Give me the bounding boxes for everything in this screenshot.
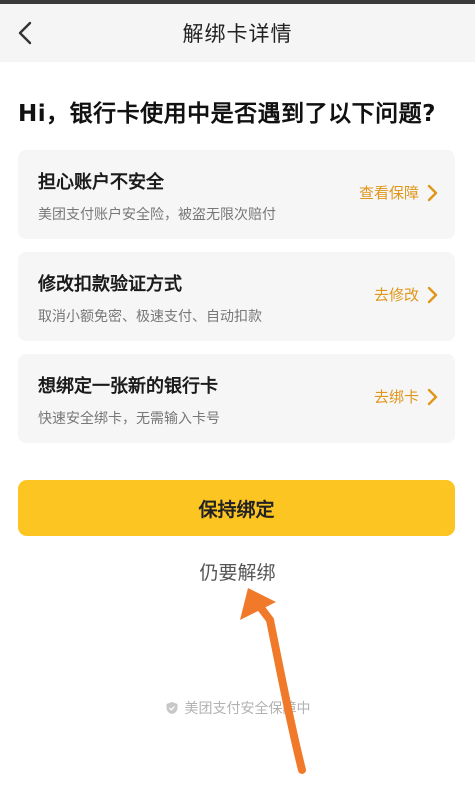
card-subtitle: 取消小额免密、极速支付、自动扣款 <box>38 309 262 325</box>
card-modify-verification[interactable]: 修改扣款验证方式 取消小额免密、极速支付、自动扣款 去修改 <box>18 252 455 341</box>
card-title: 担心账户不安全 <box>38 172 164 193</box>
page-title: 解绑卡详情 <box>182 22 293 46</box>
unbind-anyway-link[interactable]: 仍要解绑 <box>0 558 475 585</box>
bind-card-link[interactable]: 去绑卡 <box>374 386 439 407</box>
chevron-right-icon <box>427 184 438 201</box>
card-title: 想绑定一张新的银行卡 <box>38 376 218 397</box>
card-action-label: 去修改 <box>373 286 419 304</box>
card-action-label: 去绑卡 <box>373 388 419 406</box>
back-button[interactable] <box>10 17 42 49</box>
question-heading: Hi，银行卡使用中是否遇到了以下问题? <box>18 101 436 127</box>
card-account-security[interactable]: 担心账户不安全 美团支付账户安全险，被盗无限次赔付 查看保障 <box>18 150 455 239</box>
view-protection-link[interactable]: 查看保障 <box>359 182 439 203</box>
card-subtitle: 美团支付账户安全险，被盗无限次赔付 <box>38 207 276 223</box>
modify-link[interactable]: 去修改 <box>374 284 439 305</box>
navbar: 解绑卡详情 <box>0 4 475 62</box>
chevron-right-icon <box>427 286 438 303</box>
footer-text: 美团支付安全保障中 <box>184 701 311 717</box>
card-action-label: 查看保障 <box>358 184 419 202</box>
chevron-left-icon <box>18 21 32 45</box>
shield-icon <box>166 702 177 714</box>
chevron-right-icon <box>427 388 438 405</box>
security-footer: 美团支付安全保障中 <box>0 698 475 718</box>
card-title: 修改扣款验证方式 <box>38 274 182 295</box>
card-subtitle: 快速安全绑卡，无需输入卡号 <box>38 411 220 427</box>
card-bind-new-card[interactable]: 想绑定一张新的银行卡 快速安全绑卡，无需输入卡号 去绑卡 <box>18 354 455 443</box>
keep-binding-button[interactable]: 保持绑定 <box>18 480 455 536</box>
